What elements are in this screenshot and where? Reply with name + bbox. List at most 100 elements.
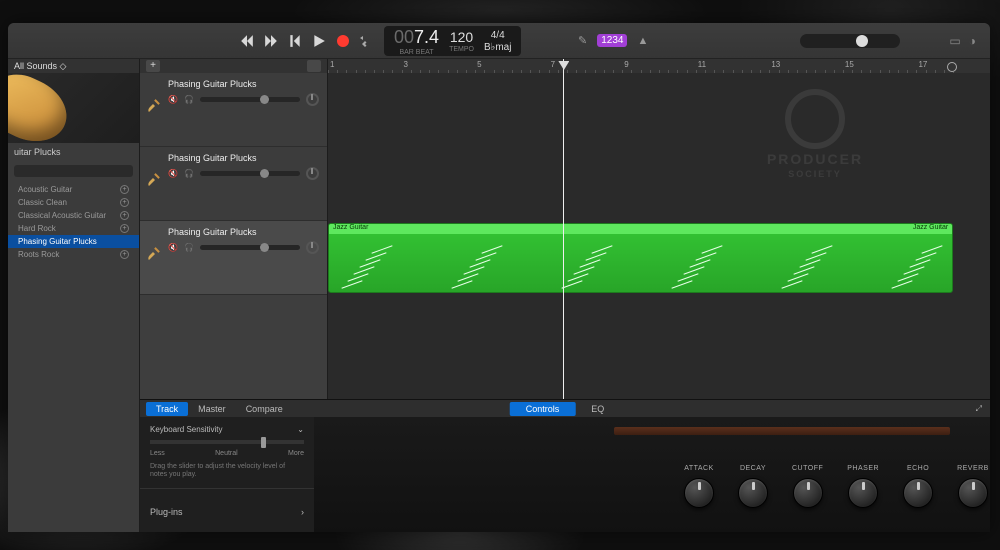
- lcd-bar-prefix: 00: [394, 27, 414, 47]
- library-item[interactable]: Acoustic Guitar+: [8, 183, 139, 196]
- track-header[interactable]: Phasing Guitar Plucks 🔇 🎧: [140, 221, 327, 295]
- view-tab-controls[interactable]: Controls: [510, 402, 576, 416]
- cutoff-knob[interactable]: [793, 478, 823, 508]
- knob-label: PHASER: [847, 465, 879, 472]
- library-item[interactable]: Roots Rock+: [8, 248, 139, 261]
- inspector-tab-track[interactable]: Track: [146, 402, 188, 416]
- track-name: Phasing Guitar Plucks: [168, 79, 319, 89]
- track-header[interactable]: Phasing Guitar Plucks 🔇 🎧: [140, 147, 327, 221]
- keyboard-sensitivity-slider[interactable]: [150, 440, 304, 444]
- ruler-tick: 1: [330, 60, 334, 69]
- play-button[interactable]: [312, 34, 326, 48]
- track-volume-slider[interactable]: [200, 245, 300, 250]
- library-item[interactable]: Classical Acoustic Guitar+: [8, 209, 139, 222]
- phaser-knob[interactable]: [848, 478, 878, 508]
- amp-visual: [614, 427, 950, 435]
- playhead[interactable]: [563, 59, 564, 399]
- track-headers-column: + Phasing Guitar Plucks🔇🎧Phasing Guitar …: [140, 59, 328, 399]
- knob-label: DECAY: [740, 465, 766, 472]
- track-volume-slider[interactable]: [200, 97, 300, 102]
- midi-region[interactable]: Jazz Guitar Jazz Guitar: [328, 223, 953, 293]
- lcd-display[interactable]: 007.4 BAR BEAT 120 TEMPO 4/4 B♭maj: [384, 26, 521, 56]
- smart-controls-surface: ATTACKDECAYCUTOFFPHASERECHOREVERB: [314, 417, 990, 532]
- loops-icon[interactable]: ◑: [969, 34, 976, 48]
- track-name: Phasing Guitar Plucks: [168, 227, 319, 237]
- ruler-tick: 9: [624, 60, 628, 69]
- inspector-tab-compare[interactable]: Compare: [236, 402, 293, 416]
- expand-panel-icon[interactable]: ⤢: [976, 404, 982, 414]
- library-header[interactable]: All Sounds ◇: [8, 59, 139, 73]
- rewind-button[interactable]: [240, 34, 254, 48]
- watermark: PRODUCER SOCIETY: [750, 89, 880, 199]
- arrange-area[interactable]: PRODUCER SOCIETY 1357911131517 Jazz Guit…: [328, 59, 990, 399]
- instrument-icon: [146, 247, 162, 268]
- tracks-pane: + Phasing Guitar Plucks🔇🎧Phasing Guitar …: [140, 59, 990, 399]
- lcd-position: 7.4: [414, 27, 439, 47]
- view-tab-eq[interactable]: EQ: [575, 402, 620, 416]
- echo-knob[interactable]: [903, 478, 933, 508]
- kb-description: Drag the slider to adjust the velocity l…: [150, 463, 304, 480]
- mute-icon[interactable]: 🔇: [168, 95, 178, 104]
- knob-label: REVERB: [957, 465, 989, 472]
- transport-bar: 007.4 BAR BEAT 120 TEMPO 4/4 B♭maj ✎ 123…: [8, 23, 990, 59]
- region-name-right: Jazz Guitar: [913, 224, 948, 234]
- metronome-icon[interactable]: ▲: [637, 35, 648, 47]
- knob-label: ATTACK: [684, 465, 714, 472]
- record-button[interactable]: [336, 34, 350, 48]
- smart-controls-panel: TrackMasterCompare ControlsEQ ⤢ Keyboard…: [140, 399, 990, 532]
- plugins-disclosure-icon[interactable]: ›: [301, 507, 304, 517]
- lcd-tempo: 120: [450, 29, 473, 45]
- lcd-tempo-label: TEMPO: [449, 46, 474, 53]
- track-pan-knob[interactable]: [306, 241, 319, 254]
- forward-button[interactable]: [264, 34, 278, 48]
- lcd-timesig: 4/4: [491, 30, 505, 41]
- mute-icon[interactable]: 🔇: [168, 243, 178, 252]
- region-name-left: Jazz Guitar: [333, 224, 368, 234]
- notepad-icon[interactable]: ▭: [949, 34, 960, 48]
- mute-icon[interactable]: 🔇: [168, 169, 178, 178]
- library-instrument-name: uitar Plucks: [8, 143, 139, 161]
- track-header-options-icon[interactable]: [307, 60, 321, 72]
- library-item[interactable]: Phasing Guitar Plucks+: [8, 235, 139, 248]
- inspector-left-column: Keyboard Sensitivity ⌄ Less Neutral More…: [140, 417, 314, 532]
- library-search-input[interactable]: [14, 165, 133, 177]
- track-volume-slider[interactable]: [200, 171, 300, 176]
- plugins-label: Plug-ins: [150, 507, 183, 517]
- add-track-button[interactable]: +: [146, 60, 160, 72]
- go-to-start-button[interactable]: [288, 34, 302, 48]
- instrument-icon: [146, 173, 162, 194]
- headphones-icon[interactable]: 🎧: [184, 169, 194, 178]
- master-volume-slider[interactable]: [800, 34, 900, 48]
- inspector-tab-master[interactable]: Master: [188, 402, 236, 416]
- ruler-tick: 15: [845, 60, 854, 69]
- ruler-tick: 7: [551, 60, 555, 69]
- ruler-tick: 11: [698, 60, 706, 69]
- ruler-tick: 13: [771, 60, 780, 69]
- library-item[interactable]: Classic Clean+: [8, 196, 139, 209]
- library-preview-image: [8, 73, 139, 143]
- decay-knob[interactable]: [738, 478, 768, 508]
- headphones-icon[interactable]: 🎧: [184, 243, 194, 252]
- track-header[interactable]: Phasing Guitar Plucks 🔇 🎧: [140, 73, 327, 147]
- ruler-tick: 5: [477, 60, 481, 69]
- end-marker[interactable]: [947, 62, 957, 72]
- library-item[interactable]: Hard Rock+: [8, 222, 139, 235]
- ruler-tick: 17: [918, 60, 927, 69]
- track-pan-knob[interactable]: [306, 93, 319, 106]
- knob-label: CUTOFF: [792, 465, 823, 472]
- track-name: Phasing Guitar Plucks: [168, 153, 319, 163]
- chevron-down-icon[interactable]: ⌄: [297, 425, 304, 434]
- kb-neutral-label: Neutral: [215, 450, 238, 457]
- lcd-key: B♭maj: [484, 42, 512, 53]
- timeline-ruler[interactable]: 1357911131517: [328, 59, 990, 73]
- instrument-icon: [146, 99, 162, 120]
- count-in-button[interactable]: 1234: [597, 34, 627, 47]
- headphones-icon[interactable]: 🎧: [184, 95, 194, 104]
- reverb-knob[interactable]: [958, 478, 988, 508]
- cycle-button[interactable]: [360, 34, 374, 48]
- library-panel: All Sounds ◇ uitar Plucks Acoustic Guita…: [8, 59, 140, 532]
- track-pan-knob[interactable]: [306, 167, 319, 180]
- tuner-icon[interactable]: ✎: [578, 34, 587, 47]
- attack-knob[interactable]: [684, 478, 714, 508]
- app-window: 007.4 BAR BEAT 120 TEMPO 4/4 B♭maj ✎ 123…: [8, 23, 990, 532]
